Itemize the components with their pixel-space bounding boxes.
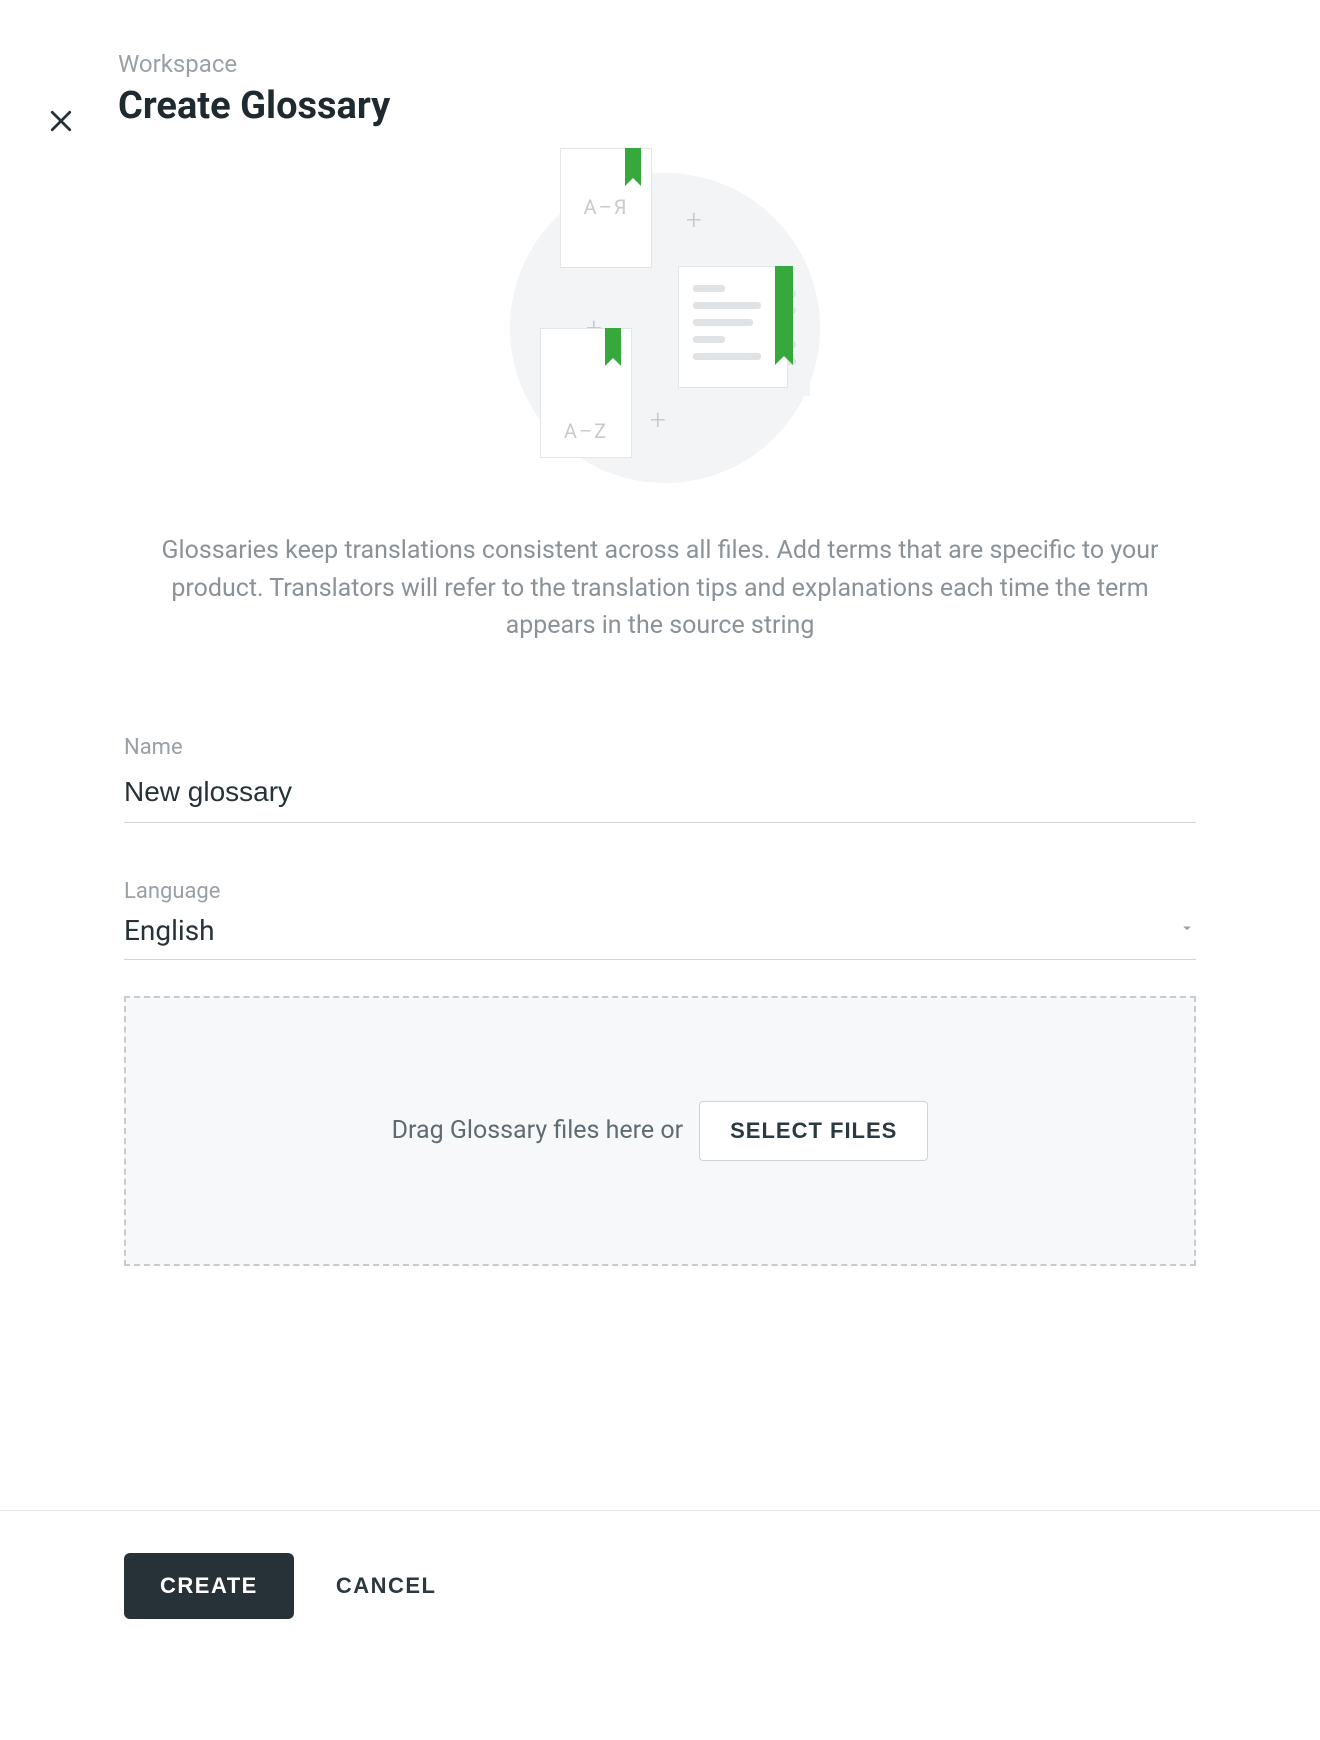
name-input[interactable] xyxy=(124,770,1196,823)
illus-card-latin: A–Z xyxy=(540,328,632,458)
illus-list-card xyxy=(678,266,788,388)
description-text: Glossaries keep translations consistent … xyxy=(124,532,1196,645)
illus-card-label: A–Z xyxy=(541,419,631,443)
illus-card-label: А–Я xyxy=(561,195,651,219)
create-button[interactable]: CREATE xyxy=(124,1553,294,1619)
close-icon[interactable] xyxy=(44,104,78,138)
dropzone-text: Drag Glossary files here or xyxy=(392,1116,683,1145)
chevron-down-icon xyxy=(1178,919,1196,941)
language-select[interactable]: English xyxy=(124,914,1196,960)
breadcrumb: Workspace xyxy=(118,50,390,78)
illus-card-cyrillic: А–Я xyxy=(560,148,652,268)
cancel-button[interactable]: CANCEL xyxy=(328,1553,445,1619)
select-files-button[interactable]: SELECT FILES xyxy=(699,1101,928,1161)
name-label: Name xyxy=(124,735,1196,760)
language-value: English xyxy=(124,914,1178,947)
file-dropzone[interactable]: Drag Glossary files here or SELECT FILES xyxy=(124,996,1196,1266)
language-label: Language xyxy=(124,879,1196,904)
page-title: Create Glossary xyxy=(118,84,390,128)
glossary-illustration: А–Я + + A–Z + xyxy=(124,148,1196,488)
